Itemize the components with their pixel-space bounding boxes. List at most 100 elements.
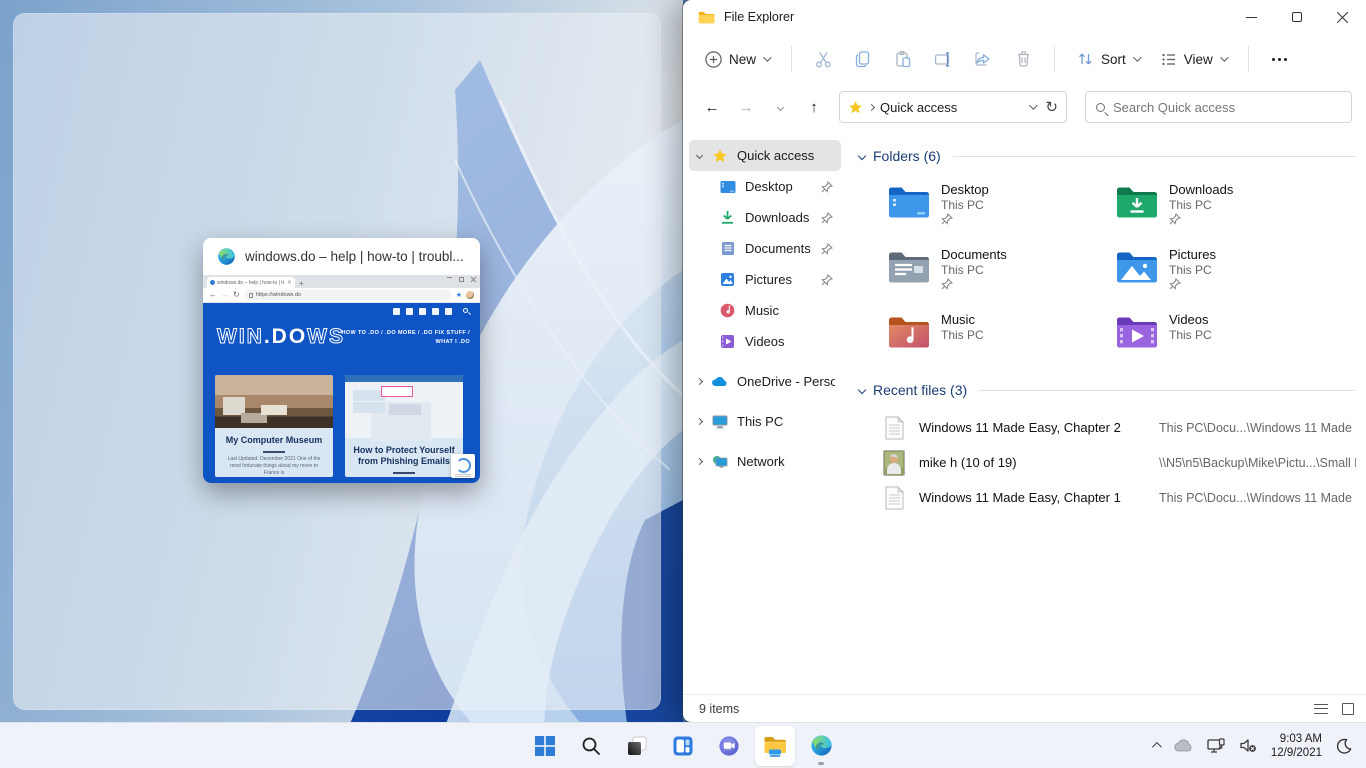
- chevron-right-icon[interactable]: [696, 418, 703, 425]
- onedrive-cloud-icon: [711, 373, 728, 390]
- sidebar-item-downloads[interactable]: Downloads: [689, 202, 841, 233]
- copy-button[interactable]: [844, 42, 882, 76]
- recent-files-group-header[interactable]: Recent files (3): [859, 382, 1356, 398]
- mini-newtab-icon: +: [299, 280, 304, 288]
- chat-button[interactable]: [709, 726, 749, 766]
- network-tray-icon[interactable]: [1207, 738, 1225, 754]
- sidebar-item-quick-access[interactable]: Quick access: [689, 140, 841, 171]
- address-dropdown-icon[interactable]: [1030, 101, 1038, 109]
- widgets-icon: [672, 735, 694, 757]
- sidebar-item-network[interactable]: Network: [689, 446, 841, 477]
- folder-name: Videos: [1169, 312, 1212, 328]
- mini-window-controls: [447, 277, 476, 282]
- chevron-right-icon[interactable]: [696, 458, 703, 465]
- collapse-chevron-icon[interactable]: [858, 152, 866, 160]
- edge-button[interactable]: [801, 726, 841, 766]
- start-button[interactable]: [525, 726, 565, 766]
- recent-file-name: Windows 11 Made Easy, Chapter 2: [919, 420, 1147, 435]
- task-view-button[interactable]: [617, 726, 657, 766]
- mini-social-icons: [393, 308, 452, 315]
- sidebar-item-documents[interactable]: Documents: [689, 233, 841, 264]
- videos-icon: [719, 333, 736, 350]
- recent-file-row[interactable]: mike h (10 of 19) \\N5\n5\Backup\Mike\Pi…: [881, 445, 1356, 480]
- command-bar: New Sort: [683, 34, 1366, 84]
- more-icon: [1272, 58, 1287, 61]
- back-button[interactable]: ←: [697, 92, 727, 122]
- forward-button[interactable]: →: [731, 92, 761, 122]
- file-explorer-button[interactable]: [755, 726, 795, 766]
- phishing-screenshot: [345, 375, 463, 438]
- sidebar-label: Desktop: [745, 179, 812, 194]
- folder-tile-music[interactable]: Music This PC: [881, 306, 1109, 364]
- onedrive-tray-icon[interactable]: [1173, 739, 1193, 752]
- chevron-right-icon[interactable]: [696, 378, 703, 385]
- collapse-chevron-icon[interactable]: [858, 386, 866, 394]
- widgets-button[interactable]: [663, 726, 703, 766]
- divider: [979, 390, 1356, 391]
- system-tray: 9:03 AM 12/9/2021: [1152, 723, 1356, 768]
- item-count: 9 items: [699, 702, 739, 716]
- minimize-button[interactable]: [1228, 0, 1274, 34]
- edge-icon: [810, 734, 833, 757]
- refresh-button[interactable]: ↻: [1045, 98, 1058, 116]
- cut-button[interactable]: [804, 42, 842, 76]
- rename-button[interactable]: [924, 42, 962, 76]
- address-bar[interactable]: Quick access ↻: [839, 91, 1067, 123]
- recent-file-name: mike h (10 of 19): [919, 455, 1147, 470]
- sidebar-item-desktop[interactable]: Desktop: [689, 171, 841, 202]
- recent-file-row[interactable]: Windows 11 Made Easy, Chapter 1 This PC\…: [881, 480, 1356, 515]
- explorer-titlebar[interactable]: File Explorer: [683, 0, 1366, 34]
- file-explorer-icon: [763, 735, 787, 757]
- maximize-button[interactable]: [1274, 0, 1320, 34]
- sidebar-item-this-pc[interactable]: This PC: [689, 406, 841, 437]
- chevron-down-icon[interactable]: [696, 152, 703, 159]
- snap-thumbnail-edge-window[interactable]: windows.do – help | how-to | troubl... w…: [203, 238, 480, 483]
- folder-tile-downloads[interactable]: Downloads This PC: [1109, 176, 1337, 234]
- volume-muted-icon[interactable]: [1239, 738, 1257, 753]
- window-title: File Explorer: [724, 10, 794, 24]
- close-button[interactable]: [1320, 0, 1366, 34]
- delete-button[interactable]: [1004, 42, 1042, 76]
- search-input[interactable]: [1113, 100, 1341, 115]
- folders-grid: Desktop This PC Downloads This PC: [859, 168, 1356, 368]
- new-button[interactable]: New: [695, 44, 779, 75]
- folder-tile-desktop[interactable]: Desktop This PC: [881, 176, 1109, 234]
- mini-favorites-icon: ★: [456, 292, 462, 299]
- folders-group-header[interactable]: Folders (6): [859, 148, 1356, 164]
- sort-arrows-icon: [1077, 51, 1094, 67]
- recent-file-row[interactable]: Windows 11 Made Easy, Chapter 2 This PC\…: [881, 410, 1356, 445]
- sort-button[interactable]: Sort: [1067, 44, 1149, 74]
- search-button[interactable]: [571, 726, 611, 766]
- folder-icon: [698, 10, 715, 24]
- edge-icon: [217, 247, 236, 266]
- desktop-icon: [719, 178, 736, 195]
- paste-button[interactable]: [884, 42, 922, 76]
- site-card-museum: My Computer Museum Last Updated: Decembe…: [215, 375, 333, 477]
- recent-file-name: Windows 11 Made Easy, Chapter 1: [919, 490, 1147, 505]
- this-pc-icon: [711, 413, 728, 430]
- search-box[interactable]: [1085, 91, 1352, 123]
- mini-favicon: [210, 280, 215, 285]
- hidden-icons-chevron[interactable]: [1152, 742, 1162, 752]
- view-button[interactable]: View: [1151, 45, 1236, 74]
- sidebar-item-onedrive[interactable]: OneDrive - Personal: [689, 366, 841, 397]
- folder-tile-pictures[interactable]: Pictures This PC: [1109, 241, 1337, 299]
- large-icons-view-icon[interactable]: [1342, 703, 1354, 715]
- search-icon: [1096, 103, 1105, 112]
- folder-tile-videos[interactable]: Videos This PC: [1109, 306, 1337, 364]
- sidebar-item-videos[interactable]: Videos: [689, 326, 841, 357]
- twitter-icon: [393, 308, 400, 315]
- share-button[interactable]: [964, 42, 1002, 76]
- up-button[interactable]: ↑: [799, 92, 829, 122]
- sidebar-item-pictures[interactable]: Pictures: [689, 264, 841, 295]
- thumbnail-title: windows.do – help | how-to | troubl...: [245, 249, 464, 264]
- see-more-button[interactable]: [1261, 42, 1299, 76]
- folder-tile-documents[interactable]: Documents This PC: [881, 241, 1109, 299]
- focus-assist-moon-icon[interactable]: [1336, 738, 1352, 754]
- music-icon: [719, 302, 736, 319]
- sidebar-item-music[interactable]: Music: [689, 295, 841, 326]
- details-view-icon[interactable]: [1314, 704, 1328, 714]
- clock[interactable]: 9:03 AM 12/9/2021: [1271, 732, 1322, 760]
- logo-do: .DO: [264, 325, 307, 348]
- recent-locations-button[interactable]: [765, 92, 795, 122]
